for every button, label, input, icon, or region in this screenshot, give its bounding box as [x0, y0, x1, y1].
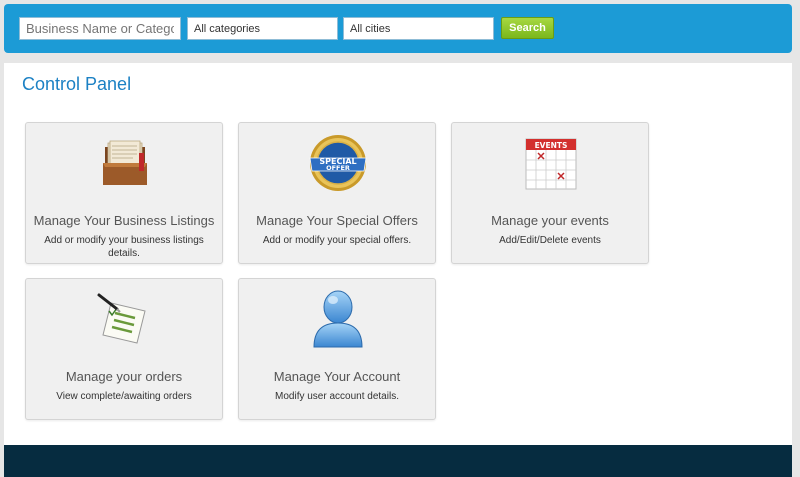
card-description: Add/Edit/Delete events — [499, 235, 601, 246]
card-special-offers[interactable]: SPECIAL OFFER Manage Your Special Offers… — [238, 122, 436, 264]
user-account-icon — [313, 290, 363, 348]
card-business-listings[interactable]: Manage Your Business Listings Add or mod… — [25, 122, 223, 264]
footer — [4, 445, 792, 477]
orders-checklist-icon — [97, 293, 146, 344]
card-title: Manage your events — [491, 213, 609, 228]
card-title: Manage your orders — [65, 369, 183, 384]
card-events[interactable]: EVENTS Manage your events Add/Edit/Delet… — [451, 122, 649, 264]
search-button[interactable]: Search — [501, 17, 554, 39]
svg-text:EVENTS: EVENTS — [535, 141, 568, 150]
card-description: View complete/awaiting orders — [56, 391, 192, 402]
card-description: Add or modify your business listings det… — [44, 235, 204, 259]
card-description: Modify user account details. — [275, 391, 399, 402]
card-title: Manage Your Special Offers — [256, 213, 418, 228]
events-calendar-icon: EVENTS — [525, 138, 577, 190]
search-input[interactable] — [19, 17, 181, 40]
card-description: Add or modify your special offers. — [262, 235, 412, 246]
card-orders[interactable]: Manage your orders View complete/awaitin… — [25, 278, 223, 420]
category-select[interactable]: All categories — [187, 17, 338, 40]
card-title: Manage Your Business Listings — [33, 213, 215, 228]
city-select[interactable]: All cities — [343, 17, 494, 40]
svg-text:OFFER: OFFER — [326, 164, 350, 172]
special-offer-badge-icon: SPECIAL OFFER — [309, 135, 367, 191]
card-title: Manage Your Account — [273, 369, 401, 384]
search-bar: All categories All cities Search — [4, 4, 792, 53]
control-panel: Control Panel Manage Your Business Listi… — [4, 63, 792, 445]
card-account[interactable]: Manage Your Account Modify user account … — [238, 278, 436, 420]
page-title: Control Panel — [22, 74, 132, 94]
business-listings-icon — [103, 140, 147, 185]
